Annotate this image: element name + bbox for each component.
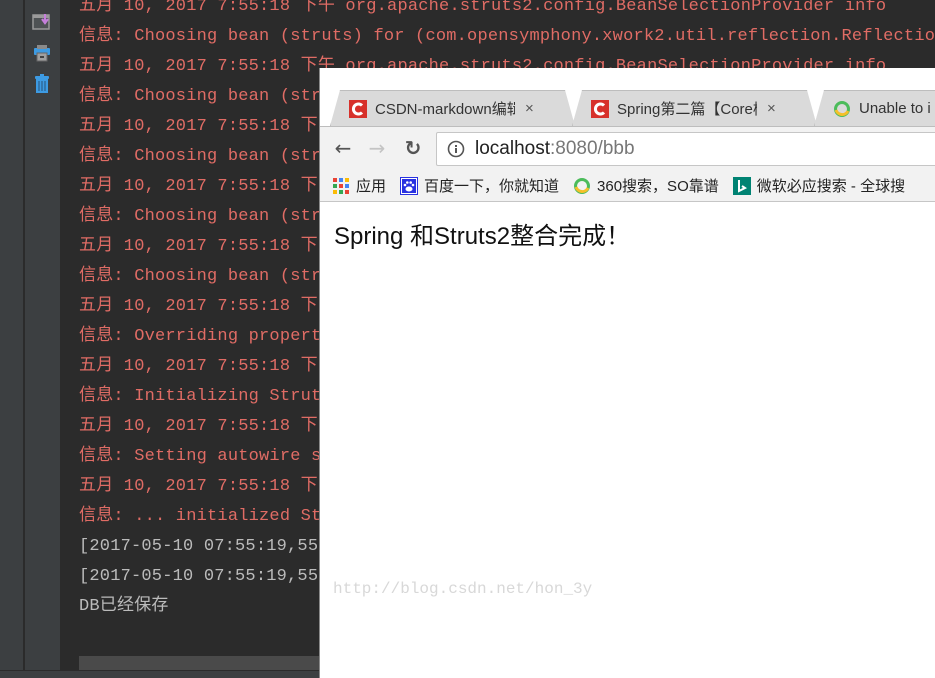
close-icon[interactable]: × [767, 100, 776, 117]
bookmark-label: 百度一下，你就知道 [424, 178, 560, 195]
console-toolbar [25, 0, 60, 678]
bookmark-bing[interactable]: 微软必应搜索 - 全球搜 [732, 175, 906, 196]
tab-strip: CSDN-markdown编辑器 × Spring第二篇【Core模块 × Un… [320, 68, 935, 126]
address-bar[interactable]: localhost:8080/bbb [436, 132, 935, 166]
csdn-icon [349, 100, 367, 118]
console-log-line: 信息: Choosing bean (str [79, 207, 322, 226]
bookmark-label: 微软必应搜索 - 全球搜 [756, 178, 906, 195]
tab-spring-core[interactable]: Spring第二篇【Core模块 × [572, 90, 817, 126]
print-icon[interactable] [32, 43, 52, 63]
console-log-line: 五月 10, 2017 7:55:18 下 [79, 117, 318, 136]
clear-all-icon[interactable] [32, 74, 52, 94]
tab-title: Unable to i [859, 100, 931, 117]
console-log-line: DB已经保存 [79, 597, 169, 616]
arrow-left-icon: ← [334, 136, 352, 160]
console-log-line: 信息: Setting autowire s [79, 447, 322, 466]
console-log-line: 五月 10, 2017 7:55:18 下 [79, 477, 318, 496]
console-log-line: [2017-05-10 07:55:19,554 [79, 567, 329, 586]
watermark: http://blog.csdn.net/hon_3y [333, 580, 593, 598]
console-log-line: 五月 10, 2017 7:55:18 下 [79, 177, 318, 196]
console-horizontal-scrollbar[interactable] [79, 656, 320, 670]
url-host: localhost [475, 138, 550, 159]
back-button[interactable]: ← [332, 136, 354, 160]
bookmark-apps[interactable]: 应用 [332, 175, 386, 196]
page-message: Spring 和Struts2整合完成！ [334, 223, 631, 250]
close-icon[interactable]: × [525, 100, 534, 117]
tab-unable-to[interactable]: Unable to i [814, 90, 935, 126]
bookmark-baidu[interactable]: 百度一下，你就知道 [400, 175, 559, 196]
apps-icon [332, 177, 350, 195]
url-path: :8080/bbb [550, 138, 635, 159]
bookmark-360[interactable]: 360搜索，SO靠谱 [573, 175, 719, 196]
loading-icon [833, 100, 851, 118]
bookmarks-bar: 应用 百度一下，你就知道 360搜索，SO靠谱 微软必应搜索 - 全球搜 [320, 170, 935, 202]
console-log-line: 信息: Choosing bean (str [79, 267, 322, 286]
csdn-icon [591, 100, 609, 118]
browser-toolbar: ← → ↻ localhost:8080/bbb [320, 126, 935, 170]
console-log-line: 五月 10, 2017 7:55:18 下午 org.apache.struts… [79, 0, 887, 16]
baidu-icon [400, 176, 419, 195]
scroll-to-end-icon[interactable] [32, 12, 52, 32]
bookmark-label: 应用 [356, 178, 387, 195]
console-log-line: 五月 10, 2017 7:55:18 下 [79, 357, 318, 376]
forward-button[interactable]: → [366, 136, 388, 160]
so360-icon [573, 177, 591, 195]
tab-csdn-markdown[interactable]: CSDN-markdown编辑器 × [330, 90, 575, 126]
tab-title: Spring第二篇【Core模块 [617, 101, 753, 118]
reload-icon: ↻ [404, 136, 422, 160]
bookmark-label: 360搜索，SO靠谱 [597, 178, 719, 195]
tab-title: CSDN-markdown编辑器 [375, 101, 515, 118]
console-log-line: 信息: Choosing bean (str [79, 87, 322, 106]
console-log-line: 五月 10, 2017 7:55:18 下 [79, 237, 318, 256]
arrow-right-icon: → [368, 136, 386, 160]
console-log-line: 信息: Overriding propert [79, 327, 322, 346]
console-log-line: 信息: ... initialized St [79, 507, 322, 526]
console-log-line: 信息: Initializing Strut [79, 387, 322, 406]
console-log-line: [2017-05-10 07:55:19,554 [79, 537, 329, 556]
info-icon[interactable] [447, 140, 465, 158]
reload-button[interactable]: ↻ [402, 136, 424, 160]
console-log-line: 五月 10, 2017 7:55:18 下 [79, 417, 318, 436]
console-log-line: 五月 10, 2017 7:55:18 下 [79, 297, 318, 316]
bing-icon [732, 176, 751, 195]
console-log-line: 信息: Choosing bean (str [79, 147, 322, 166]
ide-left-strip [0, 0, 24, 678]
console-log-line: 信息: Choosing bean (struts) for (com.open… [79, 27, 935, 46]
